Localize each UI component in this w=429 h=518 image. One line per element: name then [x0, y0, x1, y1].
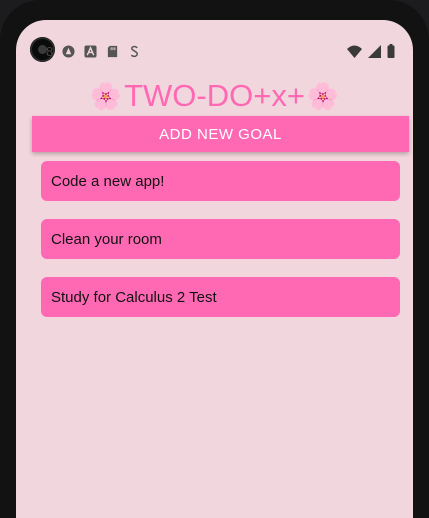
status-time: 8	[46, 44, 54, 59]
goal-item[interactable]: Code a new app!	[41, 161, 400, 201]
app-title: 🌸 TWO-DO+x+ 🌸	[16, 78, 413, 114]
add-new-goal-button[interactable]: ADD NEW GOAL	[32, 116, 409, 152]
app-a-icon	[84, 45, 97, 58]
goal-item[interactable]: Clean your room	[41, 219, 400, 259]
app-screen: 8 🌸 TWO-DO+x+ 🌸 ADD NEW GOAL Code a new …	[16, 20, 413, 518]
status-bar: 8	[16, 20, 413, 59]
goal-item[interactable]: Study for Calculus 2 Test	[41, 277, 400, 317]
sd-card-icon	[108, 45, 118, 58]
goal-text: Clean your room	[51, 230, 162, 248]
goal-list: Code a new app! Clean your room Study fo…	[41, 161, 400, 335]
phone-frame: 8 🌸 TWO-DO+x+ 🌸 ADD NEW GOAL Code a new …	[0, 0, 429, 518]
app-title-text: TWO-DO+x+	[124, 78, 305, 113]
signal-icon	[368, 44, 381, 58]
wifi-icon	[347, 45, 362, 58]
android-auto-icon	[62, 45, 75, 58]
battery-icon	[387, 44, 395, 58]
goal-text: Study for Calculus 2 Test	[51, 288, 217, 306]
cherry-blossom-icon: 🌸	[89, 81, 123, 111]
cherry-blossom-icon: 🌸	[306, 81, 340, 111]
goal-text: Code a new app!	[51, 172, 165, 190]
settings-s-icon	[131, 45, 139, 58]
